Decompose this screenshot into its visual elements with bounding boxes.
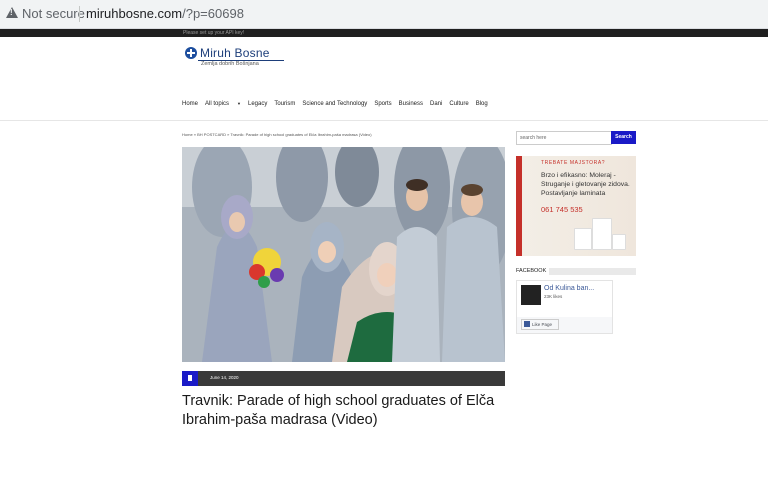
graduates-photo — [182, 147, 505, 362]
nav-item-business[interactable]: Business — [399, 101, 423, 107]
nav-item-dani[interactable]: Dani — [430, 101, 442, 107]
sidebar-ad-banner[interactable]: TREBATE MAJSTORA? Brzo i efikasno: Moler… — [516, 156, 636, 256]
url-text[interactable]: miruhbosne.com/?p=60698 — [86, 6, 244, 21]
top-notice-bar: Please set up your API key! — [0, 29, 768, 37]
nav-item-culture[interactable]: Culture — [449, 101, 468, 107]
nav-item-legacy[interactable]: Legacy — [248, 101, 267, 107]
article-date: June 14, 2020 — [210, 375, 239, 380]
security-label[interactable]: Not secure — [22, 6, 85, 21]
paint-bucket-icon — [592, 218, 612, 250]
facebook-likes-count: 23K likes — [544, 294, 563, 299]
nav-item-home[interactable]: Home — [182, 101, 198, 107]
facebook-like-button[interactable]: Like Page — [521, 319, 559, 330]
facebook-like-icon — [524, 321, 530, 327]
nav-item-sports[interactable]: Sports — [374, 101, 391, 107]
article-meta-bar: June 14, 2020 — [182, 371, 505, 386]
facebook-page-name[interactable]: Od Kulina ban... — [544, 285, 594, 292]
facebook-page-widget[interactable]: Od Kulina ban... 23K likes Like Page — [516, 280, 613, 334]
url-host: miruhbosne.com — [86, 6, 183, 21]
url-path: /?p=60698 — [182, 6, 244, 21]
breadcrumb[interactable]: Home » BH POSTCARD » Travnik: Parade of … — [182, 132, 372, 137]
browser-address-bar[interactable]: Not secure miruhbosne.com/?p=60698 — [0, 0, 768, 29]
api-key-notice: Please set up your API key! — [183, 30, 245, 36]
header-divider — [0, 120, 768, 121]
ad-body: Brzo i efikasno: Moleraj - Struganje i g… — [541, 172, 630, 197]
search-input[interactable]: search here — [516, 131, 612, 145]
search-placeholder: search here — [520, 135, 547, 141]
nav-item-all-topics[interactable]: All topics ▼ — [205, 101, 241, 107]
nav-item-blog[interactable]: Blog — [476, 101, 488, 107]
post-icon[interactable] — [182, 371, 198, 386]
search-button[interactable]: Search — [611, 131, 636, 144]
site-logo[interactable]: Miruh Bosne Zemlja dobrih Bošnjana — [185, 46, 290, 72]
paint-bucket-icon — [612, 234, 626, 250]
nav-item-all-topics-label: All topics — [205, 101, 230, 107]
ad-phone: 061 745 535 — [541, 205, 583, 214]
facebook-heading-label: FACEBOOK — [516, 268, 550, 275]
warning-icon — [6, 7, 18, 18]
facebook-page-avatar[interactable] — [521, 285, 541, 305]
article-title[interactable]: Travnik: Parade of high school graduates… — [182, 392, 500, 430]
ad-heading: TREBATE MAJSTORA? — [541, 160, 606, 166]
facebook-like-label: Like Page — [532, 322, 553, 327]
nav-item-tourism[interactable]: Tourism — [274, 101, 295, 107]
facebook-heading: FACEBOOK — [516, 268, 636, 275]
logo-tagline: Zemlja dobrih Bošnjana — [201, 61, 259, 67]
paint-bucket-icon — [574, 228, 592, 250]
article-hero-image[interactable] — [182, 147, 505, 362]
chevron-down-icon: ▼ — [237, 101, 241, 106]
logo-cross-icon — [185, 47, 197, 59]
nav-item-science[interactable]: Science and Technology — [302, 101, 367, 107]
logo-name: Miruh Bosne — [200, 46, 270, 60]
address-separator — [79, 6, 80, 22]
main-nav: Home All topics ▼ Legacy Tourism Science and … — [182, 101, 495, 111]
